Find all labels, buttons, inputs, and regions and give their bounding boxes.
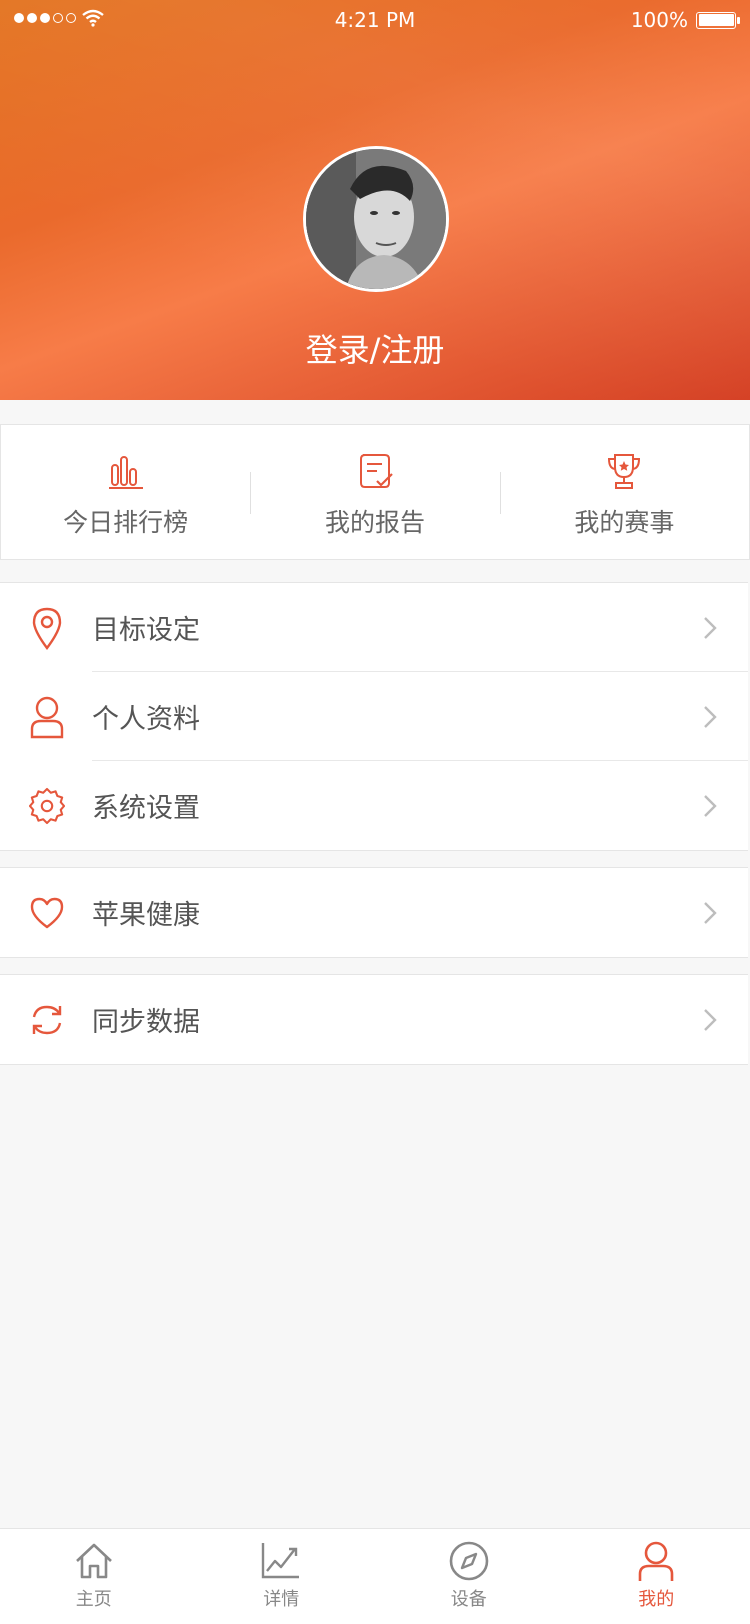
login-register-link[interactable]: 登录/注册 (0, 325, 750, 371)
quick-action-label: 我的报告 (324, 508, 425, 537)
status-bar: 4:21 PM 100% (0, 0, 750, 40)
avatar[interactable] (303, 146, 449, 292)
person-icon (638, 1541, 674, 1581)
tab-details[interactable]: 详情 (188, 1529, 376, 1624)
person-icon (29, 696, 65, 738)
menu-item-profile[interactable]: 个人资料 (0, 672, 748, 761)
tab-home[interactable]: 主页 (0, 1529, 188, 1624)
chevron-right-icon (704, 1008, 717, 1031)
tab-mine[interactable]: 我的 (563, 1529, 750, 1624)
menu-group-3: 同步数据 (0, 974, 748, 1065)
menu-item-system-settings[interactable]: 系统设置 (0, 761, 748, 850)
menu-item-sync-data[interactable]: 同步数据 (0, 975, 748, 1064)
avatar-photo (306, 149, 446, 289)
bar-chart-icon (108, 456, 143, 489)
chevron-right-icon (704, 705, 717, 728)
report-icon (359, 454, 393, 488)
menu-item-goal-setting[interactable]: 目标设定 (0, 583, 748, 672)
home-icon (75, 1543, 112, 1579)
battery-percent: 100% (630, 8, 688, 32)
menu-item-apple-health[interactable]: 苹果健康 (0, 868, 748, 957)
tab-label: 设备 (450, 1589, 487, 1610)
chevron-right-icon (704, 616, 717, 639)
quick-action-label: 我的赛事 (574, 508, 675, 537)
menu-item-label: 苹果健康 (92, 900, 200, 931)
menu-group-1: 目标设定 个人资料 系统设置 (0, 582, 748, 851)
menu-item-label: 目标设定 (92, 615, 200, 646)
battery-icon (696, 11, 740, 29)
menu-group-2: 苹果健康 (0, 867, 748, 958)
status-right: 100% (630, 8, 740, 32)
compass-icon (449, 1541, 489, 1581)
chevron-right-icon (704, 794, 717, 817)
menu-item-label: 系统设置 (92, 793, 200, 824)
tab-bar: 主页 详情 设备 我的 (0, 1528, 750, 1624)
menu-item-label: 同步数据 (92, 1007, 200, 1038)
tab-label: 详情 (263, 1589, 300, 1610)
tab-devices[interactable]: 设备 (375, 1529, 563, 1624)
quick-action-label: 今日排行榜 (63, 508, 189, 537)
gear-icon (29, 787, 65, 824)
tab-label: 我的 (638, 1589, 675, 1610)
chevron-right-icon (704, 901, 717, 924)
trophy-icon (608, 454, 641, 489)
sync-icon (29, 1002, 65, 1038)
tab-label: 主页 (75, 1589, 112, 1610)
heart-icon (29, 895, 65, 931)
quick-action-ranking[interactable]: 今日排行榜 (1, 425, 250, 559)
quick-action-events[interactable]: 我的赛事 (499, 425, 749, 559)
profile-page: 4:21 PM 100% 登录/注册 今日排行榜 我的报告 我的赛事 目标设定 … (0, 0, 750, 1624)
quick-action-report[interactable]: 我的报告 (250, 425, 499, 559)
location-pin-icon (29, 607, 65, 650)
menu-item-label: 个人资料 (92, 704, 200, 735)
quick-actions: 今日排行榜 我的报告 我的赛事 (0, 424, 750, 560)
profile-header: 4:21 PM 100% 登录/注册 (0, 0, 750, 400)
line-chart-icon (262, 1543, 300, 1579)
